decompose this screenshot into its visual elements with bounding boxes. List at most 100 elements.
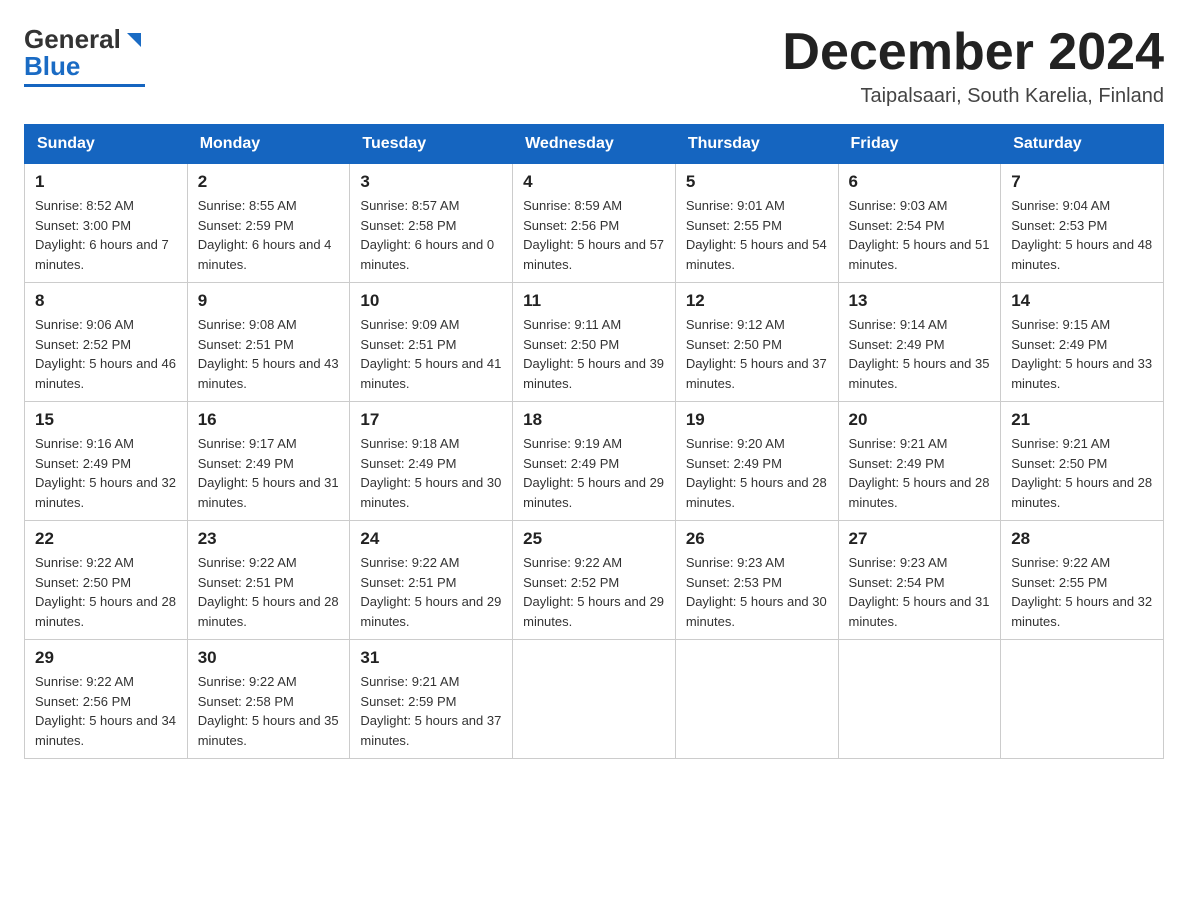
calendar-table: Sunday Monday Tuesday Wednesday Thursday…	[24, 124, 1164, 759]
calendar-cell: 22 Sunrise: 9:22 AM Sunset: 2:50 PM Dayl…	[25, 521, 188, 640]
day-number: 21	[1011, 410, 1153, 430]
calendar-cell	[675, 640, 838, 759]
day-number: 17	[360, 410, 502, 430]
calendar-cell: 16 Sunrise: 9:17 AM Sunset: 2:49 PM Dayl…	[187, 402, 350, 521]
day-info: Sunrise: 9:16 AM Sunset: 2:49 PM Dayligh…	[35, 434, 177, 512]
day-info: Sunrise: 9:01 AM Sunset: 2:55 PM Dayligh…	[686, 196, 828, 274]
day-number: 11	[523, 291, 665, 311]
calendar-cell: 17 Sunrise: 9:18 AM Sunset: 2:49 PM Dayl…	[350, 402, 513, 521]
day-number: 14	[1011, 291, 1153, 311]
calendar-cell: 18 Sunrise: 9:19 AM Sunset: 2:49 PM Dayl…	[513, 402, 676, 521]
page-subtitle: Taipalsaari, South Karelia, Finland	[782, 85, 1164, 108]
logo-blue-text: Blue	[24, 51, 80, 82]
day-number: 10	[360, 291, 502, 311]
day-number: 31	[360, 648, 502, 668]
calendar-cell: 23 Sunrise: 9:22 AM Sunset: 2:51 PM Dayl…	[187, 521, 350, 640]
day-number: 22	[35, 529, 177, 549]
day-info: Sunrise: 9:06 AM Sunset: 2:52 PM Dayligh…	[35, 315, 177, 393]
calendar-week-4: 22 Sunrise: 9:22 AM Sunset: 2:50 PM Dayl…	[25, 521, 1164, 640]
calendar-week-5: 29 Sunrise: 9:22 AM Sunset: 2:56 PM Dayl…	[25, 640, 1164, 759]
day-number: 25	[523, 529, 665, 549]
calendar-cell: 20 Sunrise: 9:21 AM Sunset: 2:49 PM Dayl…	[838, 402, 1001, 521]
calendar-cell: 21 Sunrise: 9:21 AM Sunset: 2:50 PM Dayl…	[1001, 402, 1164, 521]
calendar-cell: 30 Sunrise: 9:22 AM Sunset: 2:58 PM Dayl…	[187, 640, 350, 759]
day-info: Sunrise: 8:52 AM Sunset: 3:00 PM Dayligh…	[35, 196, 177, 274]
day-info: Sunrise: 9:11 AM Sunset: 2:50 PM Dayligh…	[523, 315, 665, 393]
day-number: 27	[849, 529, 991, 549]
page-header: General Blue December 2024 Taipalsaari, …	[24, 24, 1164, 108]
day-number: 9	[198, 291, 340, 311]
day-info: Sunrise: 9:22 AM Sunset: 2:58 PM Dayligh…	[198, 672, 340, 750]
calendar-cell: 24 Sunrise: 9:22 AM Sunset: 2:51 PM Dayl…	[350, 521, 513, 640]
header-saturday: Saturday	[1001, 125, 1164, 164]
day-number: 23	[198, 529, 340, 549]
day-number: 5	[686, 172, 828, 192]
day-number: 1	[35, 172, 177, 192]
header-monday: Monday	[187, 125, 350, 164]
calendar-cell: 5 Sunrise: 9:01 AM Sunset: 2:55 PM Dayli…	[675, 164, 838, 283]
calendar-cell: 9 Sunrise: 9:08 AM Sunset: 2:51 PM Dayli…	[187, 283, 350, 402]
calendar-cell	[1001, 640, 1164, 759]
calendar-cell: 27 Sunrise: 9:23 AM Sunset: 2:54 PM Dayl…	[838, 521, 1001, 640]
title-block: December 2024 Taipalsaari, South Karelia…	[782, 24, 1164, 108]
calendar-cell: 1 Sunrise: 8:52 AM Sunset: 3:00 PM Dayli…	[25, 164, 188, 283]
day-info: Sunrise: 9:22 AM Sunset: 2:56 PM Dayligh…	[35, 672, 177, 750]
day-info: Sunrise: 9:22 AM Sunset: 2:51 PM Dayligh…	[360, 553, 502, 631]
header-row: Sunday Monday Tuesday Wednesday Thursday…	[25, 125, 1164, 164]
day-number: 2	[198, 172, 340, 192]
calendar-body: 1 Sunrise: 8:52 AM Sunset: 3:00 PM Dayli…	[25, 164, 1164, 759]
day-info: Sunrise: 9:22 AM Sunset: 2:50 PM Dayligh…	[35, 553, 177, 631]
header-sunday: Sunday	[25, 125, 188, 164]
day-info: Sunrise: 9:23 AM Sunset: 2:53 PM Dayligh…	[686, 553, 828, 631]
calendar-cell: 10 Sunrise: 9:09 AM Sunset: 2:51 PM Dayl…	[350, 283, 513, 402]
calendar-cell: 3 Sunrise: 8:57 AM Sunset: 2:58 PM Dayli…	[350, 164, 513, 283]
day-number: 15	[35, 410, 177, 430]
logo: General Blue	[24, 24, 145, 87]
day-info: Sunrise: 9:22 AM Sunset: 2:55 PM Dayligh…	[1011, 553, 1153, 631]
calendar-cell: 6 Sunrise: 9:03 AM Sunset: 2:54 PM Dayli…	[838, 164, 1001, 283]
calendar-cell: 7 Sunrise: 9:04 AM Sunset: 2:53 PM Dayli…	[1001, 164, 1164, 283]
day-info: Sunrise: 9:09 AM Sunset: 2:51 PM Dayligh…	[360, 315, 502, 393]
calendar-week-1: 1 Sunrise: 8:52 AM Sunset: 3:00 PM Dayli…	[25, 164, 1164, 283]
day-number: 3	[360, 172, 502, 192]
day-info: Sunrise: 8:57 AM Sunset: 2:58 PM Dayligh…	[360, 196, 502, 274]
day-info: Sunrise: 9:22 AM Sunset: 2:52 PM Dayligh…	[523, 553, 665, 631]
calendar-cell: 31 Sunrise: 9:21 AM Sunset: 2:59 PM Dayl…	[350, 640, 513, 759]
calendar-cell: 2 Sunrise: 8:55 AM Sunset: 2:59 PM Dayli…	[187, 164, 350, 283]
day-info: Sunrise: 8:59 AM Sunset: 2:56 PM Dayligh…	[523, 196, 665, 274]
day-info: Sunrise: 9:21 AM Sunset: 2:50 PM Dayligh…	[1011, 434, 1153, 512]
day-number: 7	[1011, 172, 1153, 192]
day-info: Sunrise: 9:21 AM Sunset: 2:59 PM Dayligh…	[360, 672, 502, 750]
calendar-cell: 12 Sunrise: 9:12 AM Sunset: 2:50 PM Dayl…	[675, 283, 838, 402]
logo-triangle-icon	[123, 29, 145, 51]
calendar-cell: 8 Sunrise: 9:06 AM Sunset: 2:52 PM Dayli…	[25, 283, 188, 402]
day-info: Sunrise: 9:23 AM Sunset: 2:54 PM Dayligh…	[849, 553, 991, 631]
page-title: December 2024	[782, 24, 1164, 81]
calendar-cell	[513, 640, 676, 759]
day-number: 28	[1011, 529, 1153, 549]
logo-underline	[24, 84, 145, 87]
calendar-cell: 4 Sunrise: 8:59 AM Sunset: 2:56 PM Dayli…	[513, 164, 676, 283]
header-friday: Friday	[838, 125, 1001, 164]
day-number: 29	[35, 648, 177, 668]
calendar-cell: 28 Sunrise: 9:22 AM Sunset: 2:55 PM Dayl…	[1001, 521, 1164, 640]
header-thursday: Thursday	[675, 125, 838, 164]
day-info: Sunrise: 9:18 AM Sunset: 2:49 PM Dayligh…	[360, 434, 502, 512]
day-number: 18	[523, 410, 665, 430]
calendar-cell: 29 Sunrise: 9:22 AM Sunset: 2:56 PM Dayl…	[25, 640, 188, 759]
header-tuesday: Tuesday	[350, 125, 513, 164]
day-info: Sunrise: 9:22 AM Sunset: 2:51 PM Dayligh…	[198, 553, 340, 631]
header-wednesday: Wednesday	[513, 125, 676, 164]
day-number: 6	[849, 172, 991, 192]
day-number: 8	[35, 291, 177, 311]
day-number: 19	[686, 410, 828, 430]
calendar-week-2: 8 Sunrise: 9:06 AM Sunset: 2:52 PM Dayli…	[25, 283, 1164, 402]
day-info: Sunrise: 9:14 AM Sunset: 2:49 PM Dayligh…	[849, 315, 991, 393]
day-info: Sunrise: 9:12 AM Sunset: 2:50 PM Dayligh…	[686, 315, 828, 393]
calendar-cell: 25 Sunrise: 9:22 AM Sunset: 2:52 PM Dayl…	[513, 521, 676, 640]
day-info: Sunrise: 8:55 AM Sunset: 2:59 PM Dayligh…	[198, 196, 340, 274]
day-info: Sunrise: 9:04 AM Sunset: 2:53 PM Dayligh…	[1011, 196, 1153, 274]
day-info: Sunrise: 9:08 AM Sunset: 2:51 PM Dayligh…	[198, 315, 340, 393]
calendar-header: Sunday Monday Tuesday Wednesday Thursday…	[25, 125, 1164, 164]
day-info: Sunrise: 9:21 AM Sunset: 2:49 PM Dayligh…	[849, 434, 991, 512]
